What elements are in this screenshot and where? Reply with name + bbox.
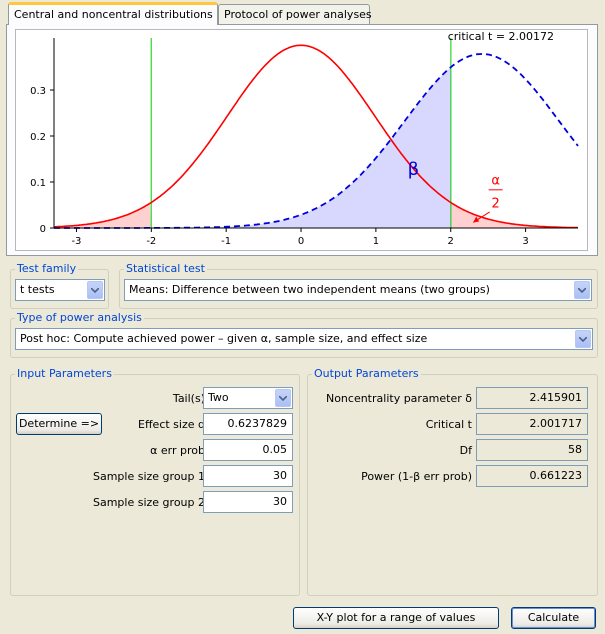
chevron-down-icon[interactable] — [574, 281, 590, 299]
output-parameters-group: Output Parameters Noncentrality paramete… — [307, 367, 598, 596]
input-parameters-legend: Input Parameters — [15, 367, 114, 380]
sample-size-1-label: Sample size group 1 — [92, 470, 205, 483]
power-label: Power (1-β err prob) — [361, 470, 472, 483]
tab-protocol-label: Protocol of power analyses — [224, 8, 372, 21]
distributions-panel: -3 -2 -1 0 1 2 3 0 0.1 0.2 0.3 critical t = 2.0017… — [6, 24, 598, 256]
effect-size-input[interactable]: 0.6237829 — [203, 413, 293, 435]
x-tick-label: 2 — [448, 236, 454, 247]
tails-label: Tail(s) — [172, 392, 205, 405]
x-tick-label: 3 — [522, 236, 528, 247]
critical-t-label: Critical t — [425, 418, 472, 431]
input-parameters-group: Input Parameters Tail(s) Two Determine =… — [10, 367, 300, 596]
y-tick-label: 0.3 — [30, 86, 46, 97]
alpha-left-area — [54, 203, 152, 228]
chevron-down-icon[interactable] — [87, 281, 103, 299]
determine-button[interactable]: Determine => — [16, 413, 102, 435]
output-parameters-legend: Output Parameters — [312, 367, 421, 380]
x-tick-label: -2 — [146, 236, 156, 247]
y-tick-label: 0 — [40, 224, 46, 235]
y-tick-label: 0.2 — [30, 132, 46, 143]
statistical-test-select[interactable]: Means: Difference between two independen… — [124, 279, 592, 301]
sample-size-2-label: Sample size group 2 — [92, 496, 205, 509]
df-label: Df — [459, 444, 472, 457]
tab-protocol[interactable]: Protocol of power analyses — [218, 4, 372, 24]
critical-t-output: 2.001717 — [476, 413, 588, 435]
x-tick-label: -3 — [71, 236, 81, 247]
alpha-denominator: 2 — [492, 196, 500, 211]
power-type-value: Post hoc: Compute achieved power – given… — [20, 332, 428, 345]
x-tick-label: 1 — [373, 236, 379, 247]
ncp-label: Noncentrality parameter δ — [325, 392, 472, 405]
effect-size-label: Effect size d — [138, 418, 205, 431]
statistical-test-group: Statistical test Means: Difference betwe… — [119, 262, 598, 309]
determine-button-label: Determine => — [18, 417, 100, 430]
beta-area — [54, 67, 451, 228]
sample-size-1-input[interactable]: 30 — [203, 465, 293, 487]
power-type-select[interactable]: Post hoc: Compute achieved power – given… — [15, 328, 593, 350]
distribution-chart: -3 -2 -1 0 1 2 3 0 0.1 0.2 0.3 critical t = 2.0017… — [30, 30, 579, 247]
beta-annotation: β — [408, 159, 420, 180]
tails-value: Two — [208, 391, 229, 404]
alpha-numerator: α — [491, 173, 500, 188]
sample-size-2-input[interactable]: 30 — [203, 491, 293, 513]
test-family-select[interactable]: t tests — [15, 279, 105, 301]
calculate-button-label: Calculate — [527, 611, 580, 624]
y-tick-label: 0.1 — [30, 178, 46, 189]
power-output: 0.661223 — [476, 465, 588, 487]
alpha-input[interactable]: 0.05 — [203, 439, 293, 461]
x-tick-label: 0 — [298, 236, 304, 247]
distribution-plot: -3 -2 -1 0 1 2 3 0 0.1 0.2 0.3 critical t = 2.0017… — [15, 29, 588, 251]
critical-t-annotation: critical t = 2.00172 — [448, 30, 554, 43]
xy-plot-button-label: X-Y plot for a range of values — [316, 611, 476, 624]
calculate-button[interactable]: Calculate — [511, 607, 596, 629]
chevron-down-icon[interactable] — [275, 389, 291, 407]
test-family-group: Test family t tests — [10, 262, 109, 309]
tails-select[interactable]: Two — [203, 387, 293, 409]
ncp-output: 2.415901 — [476, 387, 588, 409]
xy-plot-button[interactable]: X-Y plot for a range of values — [293, 607, 499, 629]
df-output: 58 — [476, 439, 588, 461]
tab-distributions-label: Central and noncentral distributions — [14, 8, 213, 21]
power-type-legend: Type of power analysis — [15, 311, 144, 324]
chevron-down-icon[interactable] — [575, 330, 591, 348]
power-type-group: Type of power analysis Post hoc: Compute… — [10, 311, 598, 358]
alpha-label: α err prob — [150, 444, 205, 457]
statistical-test-value: Means: Difference between two independen… — [129, 283, 490, 296]
test-family-legend: Test family — [15, 262, 79, 275]
x-tick-label: -1 — [221, 236, 231, 247]
tab-distributions[interactable]: Central and noncentral distributions — [8, 2, 218, 25]
test-family-value: t tests — [20, 283, 55, 296]
statistical-test-legend: Statistical test — [124, 262, 207, 275]
